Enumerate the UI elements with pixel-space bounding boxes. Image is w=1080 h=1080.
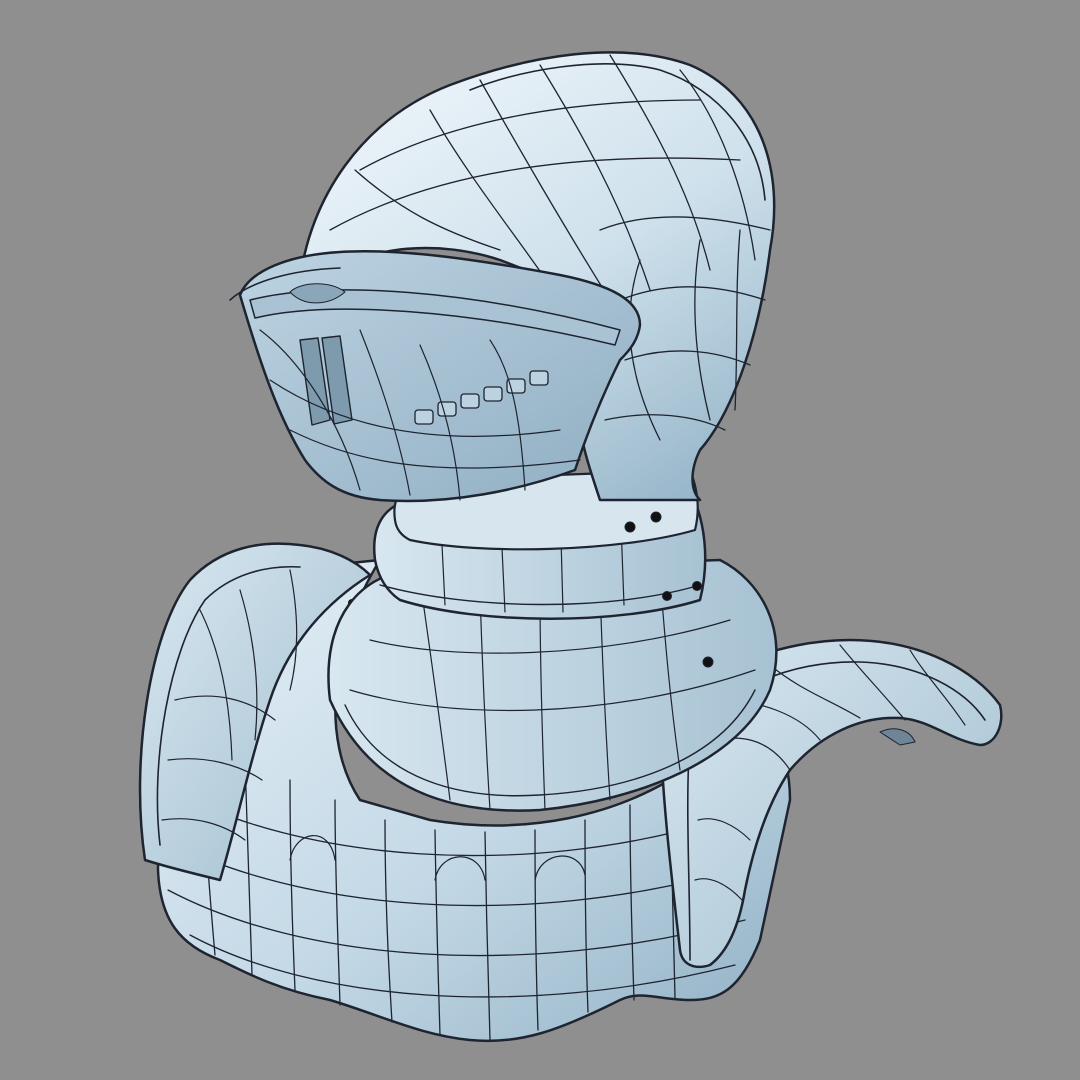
3d-viewport xyxy=(0,0,1080,1080)
knight-armor-render xyxy=(0,0,1080,1080)
